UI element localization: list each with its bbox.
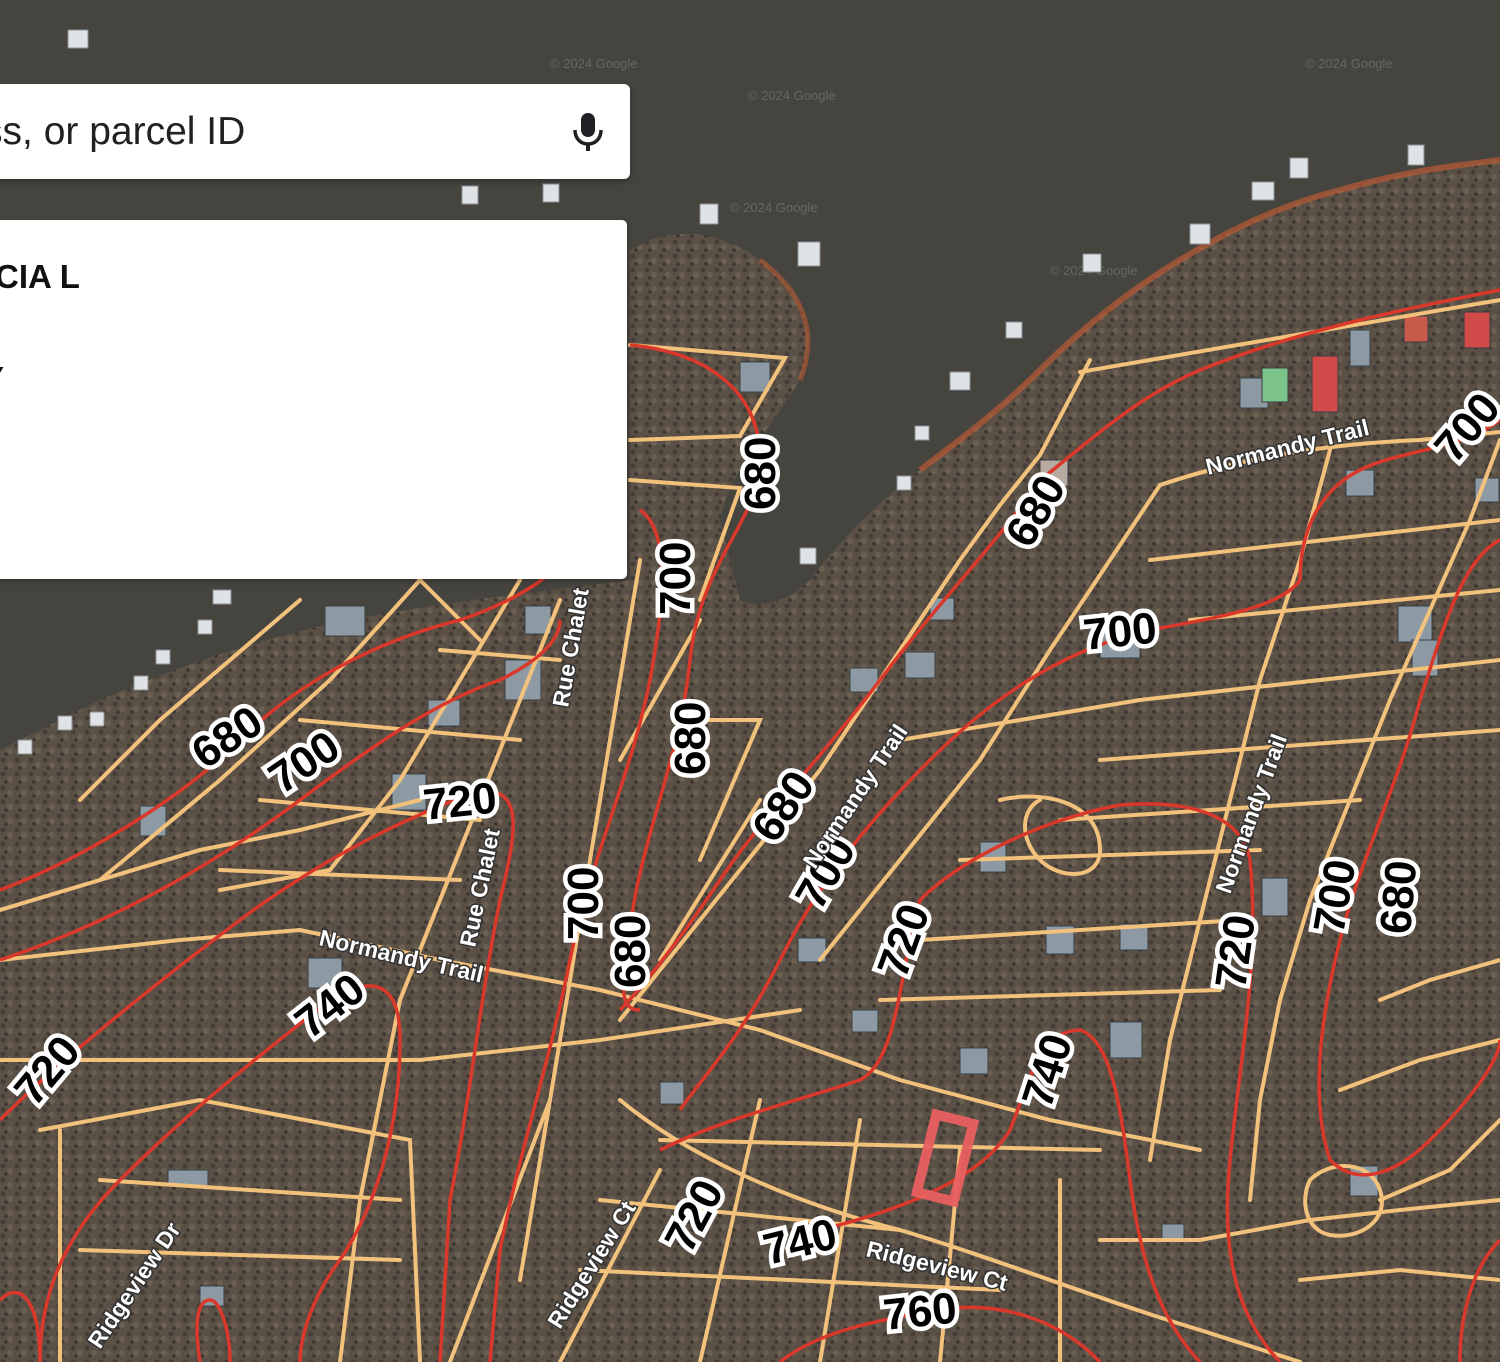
contour-label: 680 xyxy=(1371,858,1426,935)
watermark: © 2024 Google xyxy=(730,200,818,215)
contour-label: 680 xyxy=(736,437,785,510)
owner-name: RICIA L xyxy=(0,258,80,295)
microphone-icon[interactable] xyxy=(568,107,608,157)
contour-label: 680 xyxy=(666,702,715,775)
map-canvas[interactable]: © 2024 Google © 2024 Google © 2024 Googl… xyxy=(0,0,1500,1362)
parcel-info-panel: RICIA L Y xyxy=(0,220,627,579)
watermark: © 2024 Google xyxy=(550,56,638,71)
search-input[interactable] xyxy=(0,101,568,162)
watermark: © 2024 Google xyxy=(748,88,836,103)
watermark: © 2024 Google xyxy=(1305,56,1393,71)
contour-label: 720 xyxy=(1206,912,1265,992)
contour-label: 700 xyxy=(559,867,608,940)
contour-label: 680 xyxy=(606,915,655,988)
contour-label: 760 xyxy=(881,1284,959,1340)
owner-line-2: Y xyxy=(0,360,4,398)
contour-label: 700 xyxy=(1081,604,1159,660)
contour-label: 700 xyxy=(651,542,700,615)
search-bar xyxy=(0,84,630,179)
contour-label: 720 xyxy=(421,774,499,830)
